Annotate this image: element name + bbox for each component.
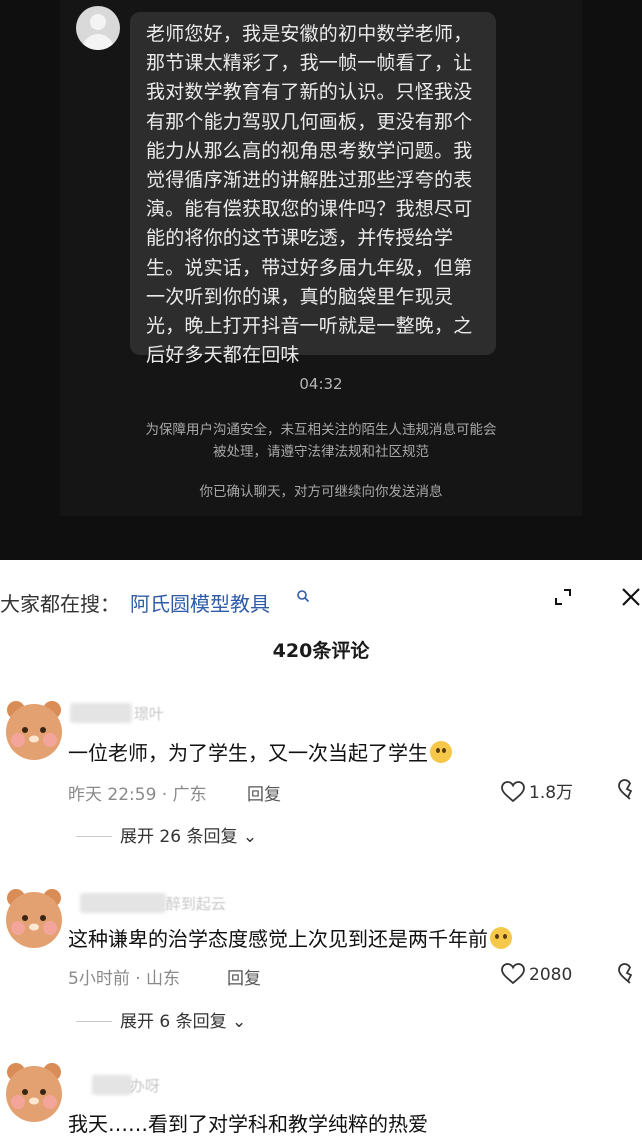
- heart-icon: [501, 963, 525, 985]
- close-icon[interactable]: [620, 586, 642, 612]
- message-line: 觉得循序渐进的讲解胜过那些浮夸的表: [146, 169, 473, 192]
- comment-time-location: 昨天 22:59 · 广东: [68, 785, 207, 805]
- message-line: 能的将你的这节课吃透，并传授给学: [146, 227, 454, 250]
- message-line: 能力从那么高的视角思考数学问题。我: [146, 139, 473, 162]
- dislike-icon[interactable]: [617, 778, 642, 806]
- pleading-face-icon: [490, 927, 512, 949]
- comment-username[interactable]: 璟叶: [70, 703, 190, 723]
- comment-time-location: 5小时前 · 山东: [68, 969, 181, 989]
- message-bubble: 老师您好，我是安徽的初中数学老师， 那节课太精彩了，我一帧一帧看了，让 我对数学…: [130, 12, 496, 366]
- message-line: 光，晚上打开抖音一听就是一整晚，之: [146, 315, 473, 338]
- search-suggestion-label: 大家都在搜：: [0, 592, 120, 616]
- like-count: 1.8万: [529, 783, 574, 803]
- chevron-down-icon: ⌄: [242, 827, 258, 847]
- message-line: 生。说实话，带过好多届九年级，但第: [146, 256, 473, 279]
- avatar[interactable]: [0, 884, 68, 952]
- avatar[interactable]: [0, 696, 68, 764]
- like-button[interactable]: 2080: [500, 962, 572, 986]
- search-icon[interactable]: [296, 588, 310, 607]
- like-count: 2080: [529, 965, 573, 985]
- chevron-down-icon: ⌄: [232, 1012, 247, 1032]
- comment-text: 一位老师，为了学生，又一次当起了学生: [68, 737, 452, 766]
- chat-confirm-notice: 你已确认聊天，对方可继续向你发送消息: [199, 484, 443, 500]
- message-line: 我对数学教育有了新的认识。只怪我没: [146, 81, 473, 104]
- message-line: 演。能有偿获取您的课件吗？我想尽可: [146, 198, 473, 221]
- thinking-face-icon: [430, 741, 452, 763]
- message-time: 04:32: [299, 375, 343, 393]
- heart-icon: [501, 781, 525, 803]
- message-line: 一次听到你的课，真的脑袋里乍现灵: [146, 285, 454, 308]
- like-button[interactable]: 1.8万: [500, 778, 573, 804]
- comments-count: 420条评论: [272, 640, 370, 662]
- chat-screenshot: 老师您好，我是安徽的初中数学老师， 那节课太精彩了，我一帧一帧看了，让 我对数学…: [0, 0, 642, 560]
- dislike-icon[interactable]: [617, 962, 642, 990]
- reply-button[interactable]: 回复: [227, 964, 261, 989]
- expand-replies[interactable]: 展开 6 条回复 ⌄: [76, 1007, 246, 1032]
- message-line: 老师您好，我是安徽的初中数学老师，: [146, 23, 473, 45]
- sender-avatar[interactable]: [76, 6, 120, 50]
- search-suggestion-bar: 大家都在搜： 阿氏圆模型教具: [0, 584, 642, 616]
- safety-notice-line1: 为保障用户沟通安全，未互相关注的陌生人违规消息可能会: [145, 422, 497, 438]
- avatar[interactable]: [0, 1058, 68, 1126]
- message-line: 后好多天都在回味: [146, 344, 300, 367]
- message-line: 那节课太精彩了，我一帧一帧看了，让: [146, 52, 473, 75]
- comment-username[interactable]: 醉到起云: [80, 893, 260, 913]
- expand-replies[interactable]: 展开 26 条回复 ⌄: [76, 822, 257, 847]
- safety-notice-line2: 被处理，请遵守法律法规和社区规范: [213, 444, 429, 460]
- comment-text: 我天……看到了对学科和教学纯粹的热爱: [68, 1112, 428, 1136]
- minimize-icon[interactable]: [552, 586, 574, 612]
- reply-button[interactable]: 回复: [247, 780, 281, 805]
- comment-text: 这种谦卑的治学态度感觉上次见到还是两千年前: [68, 923, 512, 952]
- search-suggestion-link[interactable]: 阿氏圆模型教具: [130, 588, 270, 617]
- comment-username[interactable]: 办呀: [92, 1075, 212, 1095]
- message-line: 有那个能力驾驭几何画板，更没有那个: [146, 110, 473, 133]
